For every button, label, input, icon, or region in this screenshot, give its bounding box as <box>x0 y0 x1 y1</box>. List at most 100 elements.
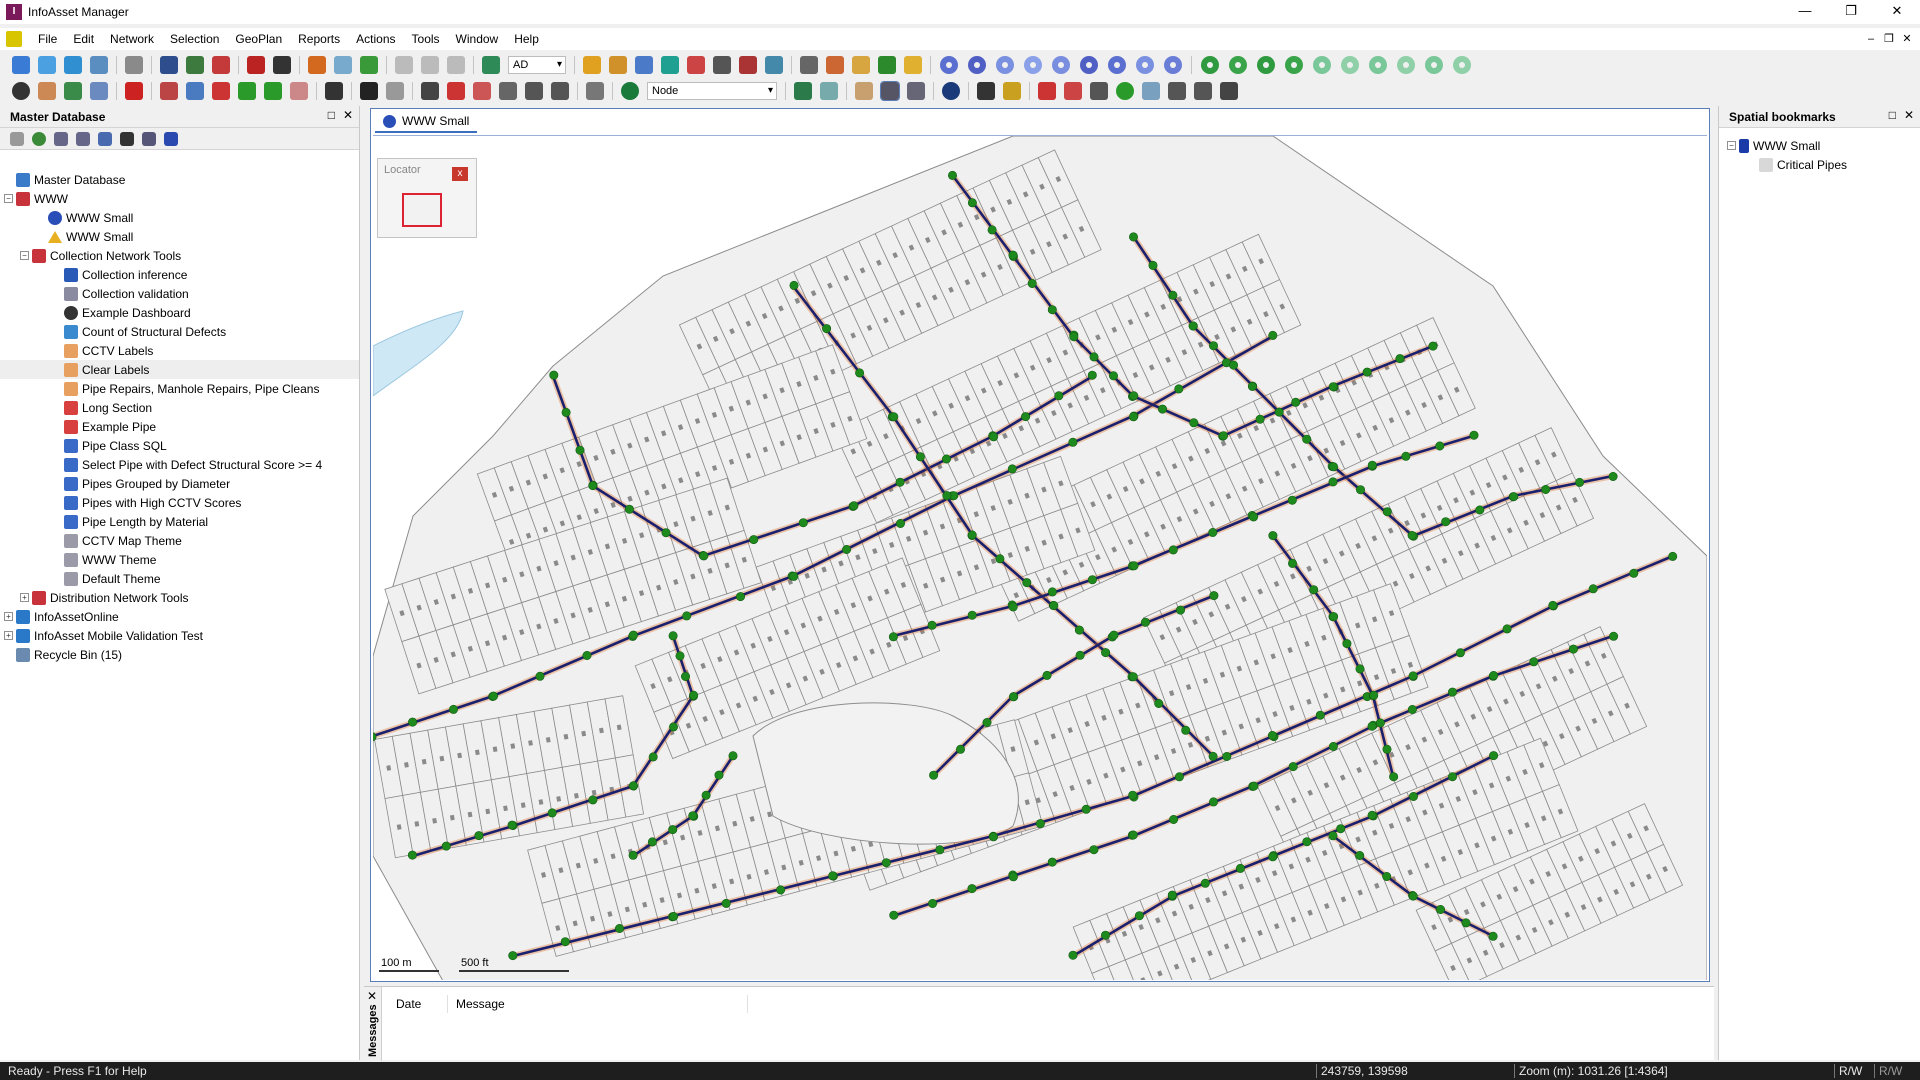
map-canvas[interactable]: Locator x 100 m 500 ft <box>373 135 1707 980</box>
manhole-node[interactable] <box>1054 391 1064 401</box>
select-area-icon[interactable] <box>386 82 404 100</box>
panel-close-button[interactable]: ✕ <box>343 108 353 122</box>
window-icon[interactable] <box>765 56 783 74</box>
manhole-node[interactable] <box>1541 484 1551 494</box>
globe-view-icon[interactable] <box>661 56 679 74</box>
manhole-node[interactable] <box>1075 650 1085 660</box>
tree-item[interactable]: Pipe Repairs, Manhole Repairs, Pipe Clea… <box>0 379 359 398</box>
collapse-icon[interactable]: − <box>4 194 13 203</box>
manhole-node[interactable] <box>935 845 945 855</box>
manhole-node[interactable] <box>789 280 799 290</box>
manhole-node[interactable] <box>648 752 658 762</box>
up-arrow-icon[interactable] <box>10 131 24 146</box>
manhole-node[interactable] <box>474 831 484 841</box>
manhole-node[interactable] <box>1047 857 1057 867</box>
manhole-node[interactable] <box>1629 568 1639 578</box>
manhole-node[interactable] <box>1448 772 1458 782</box>
export-icon[interactable] <box>1220 82 1238 100</box>
tree-item[interactable]: Default Theme <box>0 569 359 588</box>
manhole-node[interactable] <box>1407 530 1417 540</box>
manhole-node[interactable] <box>1047 587 1057 597</box>
manhole-node[interactable] <box>1389 772 1399 782</box>
select-link-icon[interactable] <box>473 82 491 100</box>
manhole-node[interactable] <box>776 885 786 895</box>
green-gear-icon[interactable] <box>1369 56 1387 74</box>
manhole-node[interactable] <box>1008 872 1018 882</box>
manhole-node[interactable] <box>1436 904 1446 914</box>
manhole-node[interactable] <box>967 884 977 894</box>
manhole-node[interactable] <box>1529 657 1539 667</box>
manhole-node[interactable] <box>1108 371 1118 381</box>
manhole-node[interactable] <box>1200 878 1210 888</box>
manhole-node[interactable] <box>1208 527 1218 537</box>
manhole-node[interactable] <box>1129 391 1139 401</box>
green-gear-icon[interactable] <box>1425 56 1443 74</box>
delete-icon[interactable] <box>360 82 378 100</box>
tree-item[interactable]: Pipe Class SQL <box>0 436 359 455</box>
tree-item[interactable]: − Collection Network Tools <box>0 246 359 265</box>
find-icon[interactable] <box>1003 82 1021 100</box>
tree-item[interactable]: Collection inference <box>0 265 359 284</box>
manhole-node[interactable] <box>1367 460 1377 470</box>
manhole-node[interactable] <box>1367 810 1377 820</box>
manhole-node[interactable] <box>669 911 679 921</box>
manhole-node[interactable] <box>1128 232 1138 242</box>
manhole-node[interactable] <box>947 170 957 180</box>
panel-autohide-button[interactable]: □ <box>1889 108 1896 122</box>
manhole-node[interactable] <box>1168 290 1178 300</box>
menu-file[interactable]: File <box>30 28 65 50</box>
menu-edit[interactable]: Edit <box>65 28 102 50</box>
manhole-node[interactable] <box>1022 578 1032 588</box>
photo-icon[interactable] <box>1090 82 1108 100</box>
manhole-node[interactable] <box>1475 505 1485 515</box>
manhole-node[interactable] <box>1181 725 1191 735</box>
manhole-node[interactable] <box>1128 672 1138 682</box>
manhole-node[interactable] <box>575 445 585 455</box>
manhole-node[interactable] <box>1249 512 1259 522</box>
manhole-node[interactable] <box>1336 824 1346 834</box>
manhole-node[interactable] <box>1175 605 1185 615</box>
manhole-node[interactable] <box>1668 551 1678 561</box>
add-node-icon[interactable] <box>794 82 812 100</box>
manhole-node[interactable] <box>1469 430 1479 440</box>
manhole-node[interactable] <box>1027 279 1037 289</box>
manhole-node[interactable] <box>535 671 545 681</box>
manhole-node[interactable] <box>988 832 998 842</box>
manhole-node[interactable] <box>1355 485 1365 495</box>
manhole-node[interactable] <box>1035 819 1045 829</box>
zoom-extent-icon[interactable] <box>942 82 960 100</box>
manhole-node[interactable] <box>1140 617 1150 627</box>
manhole-node[interactable] <box>1548 600 1558 610</box>
manhole-node[interactable] <box>1328 831 1338 841</box>
manhole-node[interactable] <box>675 651 685 661</box>
manhole-node[interactable] <box>1369 690 1379 700</box>
green-gear-icon[interactable] <box>1229 56 1247 74</box>
manhole-node[interactable] <box>549 370 559 380</box>
green-gear-icon[interactable] <box>1341 56 1359 74</box>
manhole-node[interactable] <box>1128 412 1138 422</box>
layers-icon[interactable] <box>904 56 922 74</box>
manhole-node[interactable] <box>842 544 852 554</box>
manhole-node[interactable] <box>929 770 939 780</box>
manhole-node[interactable] <box>1409 791 1419 801</box>
table-icon[interactable] <box>76 131 90 146</box>
bookmark-item[interactable]: − WWW Small <box>1719 136 1920 155</box>
manhole-node[interactable] <box>895 477 905 487</box>
bookmark-icon[interactable] <box>977 82 995 100</box>
clear-trace-icon[interactable] <box>290 82 308 100</box>
locator-window[interactable]: Locator x <box>377 158 477 238</box>
new-icon[interactable] <box>12 56 30 74</box>
gear-icon[interactable] <box>1080 56 1098 74</box>
theme-combo[interactable]: AD <box>508 56 566 74</box>
collapse-icon[interactable]: − <box>20 251 29 260</box>
revert-icon[interactable] <box>212 56 230 74</box>
manhole-node[interactable] <box>1315 710 1325 720</box>
paste-icon[interactable] <box>447 56 465 74</box>
gear-icon[interactable] <box>940 56 958 74</box>
tree-item[interactable]: WWW Small <box>0 208 359 227</box>
manhole-node[interactable] <box>1222 751 1232 761</box>
tree-item[interactable]: WWW Small <box>0 227 359 246</box>
tree-item[interactable]: Example Dashboard <box>0 303 359 322</box>
globe-icon[interactable] <box>621 82 639 100</box>
manhole-node[interactable] <box>1068 950 1078 960</box>
